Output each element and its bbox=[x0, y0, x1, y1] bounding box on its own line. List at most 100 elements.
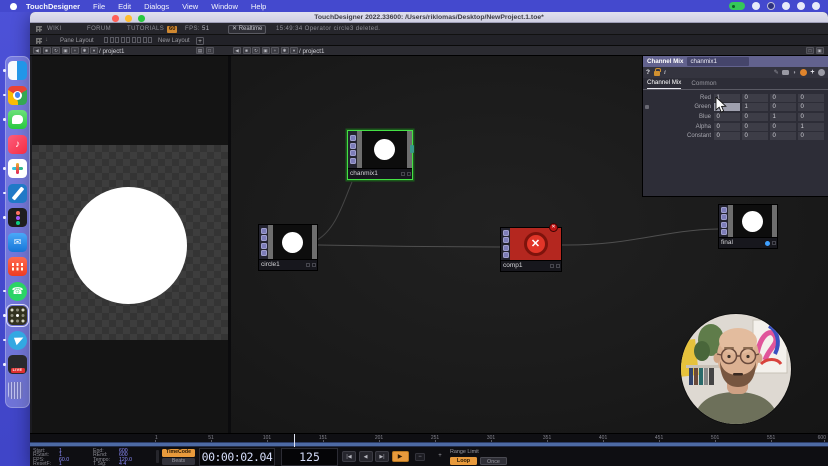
pane2-path-field[interactable]: / project1 bbox=[299, 48, 324, 55]
beats-mode-button[interactable]: Beats bbox=[162, 458, 195, 466]
top-viewer-pane[interactable] bbox=[32, 56, 228, 433]
node-flag[interactable] bbox=[550, 264, 554, 268]
layout-grid-icon[interactable] bbox=[36, 38, 42, 44]
node-chanmix1[interactable]: chanmix1 bbox=[347, 130, 413, 180]
param-value-cell[interactable]: 0 bbox=[714, 123, 740, 131]
param-value-cell[interactable]: 0 bbox=[770, 103, 796, 111]
dock-touchdesigner-icon[interactable] bbox=[8, 306, 27, 325]
help-icon[interactable]: ? bbox=[646, 69, 650, 76]
menu-view[interactable]: View bbox=[182, 2, 198, 11]
dock-vscode-icon[interactable] bbox=[8, 184, 27, 203]
node-inputs[interactable] bbox=[719, 205, 728, 237]
timeline-options-handle[interactable] bbox=[156, 450, 159, 463]
dock-finder-icon[interactable] bbox=[8, 61, 27, 80]
display-icon[interactable] bbox=[767, 2, 775, 10]
loop-button[interactable]: Loop bbox=[450, 457, 477, 465]
pane1-path-field[interactable]: / project1 bbox=[99, 48, 124, 55]
pane1-view-buttons[interactable]: ▤□ bbox=[196, 47, 215, 54]
save-layout-icon[interactable]: ↓ bbox=[45, 37, 48, 43]
node-inputs[interactable] bbox=[348, 131, 357, 168]
node-output[interactable] bbox=[410, 145, 414, 153]
node-flag[interactable] bbox=[407, 172, 411, 176]
op-name-field[interactable]: chanmix1 bbox=[687, 57, 749, 66]
display-flag[interactable] bbox=[765, 241, 770, 246]
fps-target-badge[interactable]: 60 bbox=[167, 26, 177, 33]
dock-mail-icon[interactable]: ✉ bbox=[8, 233, 27, 252]
param-value-cell[interactable]: 0 bbox=[798, 132, 824, 140]
add-layout-button[interactable]: + bbox=[196, 37, 204, 45]
node-final[interactable]: final bbox=[718, 204, 778, 249]
info-icon[interactable]: i bbox=[664, 69, 666, 76]
timeline-ruler[interactable]: 151101151201251301351401451501551600 bbox=[155, 434, 826, 442]
node-inputs[interactable] bbox=[501, 228, 510, 260]
forum-link[interactable]: FORUM bbox=[87, 26, 111, 32]
param-value-cell[interactable]: 1 bbox=[742, 103, 768, 111]
comment-icon[interactable] bbox=[782, 70, 789, 75]
param-value-cell[interactable]: 0 bbox=[714, 132, 740, 140]
node-flag[interactable] bbox=[401, 172, 405, 176]
language-icon[interactable]: ◗ bbox=[793, 70, 797, 76]
field-value[interactable]: 1 bbox=[59, 462, 62, 466]
dock-slack-icon[interactable] bbox=[8, 159, 27, 178]
window-titlebar[interactable]: TouchDesigner 2022.33600: /Users/rikloma… bbox=[30, 12, 828, 23]
node-flag[interactable] bbox=[556, 264, 560, 268]
pane1-nav-buttons[interactable]: ◀■↻▣+✱▾ bbox=[33, 47, 100, 54]
param-value-cell[interactable]: 0 bbox=[770, 123, 796, 131]
pane2-view-buttons[interactable]: □▣ bbox=[806, 47, 825, 54]
menu-touchdesigner[interactable]: TouchDesigner bbox=[26, 2, 80, 11]
menu-file[interactable]: File bbox=[93, 2, 105, 11]
dock-telegram-icon[interactable] bbox=[8, 331, 27, 350]
param-value-cell[interactable]: 0 bbox=[770, 94, 796, 102]
dock-live-icon[interactable]: LIVE bbox=[8, 355, 27, 374]
node-flag[interactable] bbox=[772, 241, 776, 245]
step-forward-button[interactable]: ▶| bbox=[375, 451, 389, 462]
menu-edit[interactable]: Edit bbox=[118, 2, 131, 11]
search-icon[interactable] bbox=[797, 2, 805, 10]
dock-messages-icon[interactable] bbox=[8, 110, 27, 129]
jump-start-button[interactable]: |◀ bbox=[342, 451, 356, 462]
node-comp1[interactable]: ✕ ✕ comp1 bbox=[500, 227, 562, 272]
globe-icon[interactable] bbox=[800, 69, 807, 76]
layout-presets[interactable] bbox=[104, 37, 154, 45]
minus-button[interactable]: − bbox=[415, 453, 425, 461]
param-value-cell[interactable]: 1 bbox=[798, 123, 824, 131]
step-back-button[interactable]: ◀ bbox=[359, 451, 373, 462]
play-button[interactable]: ▶ bbox=[392, 451, 409, 462]
op-menu-icon[interactable] bbox=[818, 69, 825, 76]
dock-trash-icon[interactable] bbox=[8, 380, 27, 399]
param-value-cell[interactable]: 0 bbox=[742, 123, 768, 131]
frame-display[interactable]: 125 bbox=[281, 448, 338, 466]
param-value-cell[interactable]: 0 bbox=[770, 132, 796, 140]
lock-icon[interactable] bbox=[654, 71, 660, 76]
dock-chrome-icon[interactable] bbox=[8, 86, 27, 105]
param-value-cell[interactable]: 0 bbox=[742, 113, 768, 121]
node-flag[interactable] bbox=[312, 263, 316, 267]
tab-common[interactable]: Common bbox=[691, 80, 716, 89]
dock-whatsapp-icon[interactable]: ☎ bbox=[8, 282, 27, 301]
dock-calendar-icon[interactable] bbox=[8, 257, 27, 276]
battery-icon[interactable] bbox=[782, 2, 790, 10]
param-value-cell[interactable]: 0 bbox=[798, 94, 824, 102]
keyboard-icon[interactable] bbox=[752, 2, 760, 10]
param-value-cell[interactable]: 0 bbox=[798, 113, 824, 121]
node-inputs[interactable] bbox=[259, 225, 268, 259]
apple-menu-icon[interactable] bbox=[10, 3, 17, 10]
node-circle1[interactable]: circle1 bbox=[258, 224, 318, 271]
pane2-nav-buttons[interactable]: ◀■↻▣+✱▾ bbox=[233, 47, 300, 54]
timecode-mode-button[interactable]: TimeCode bbox=[162, 449, 195, 457]
menu-help[interactable]: Help bbox=[251, 2, 266, 11]
param-value-cell[interactable]: 1 bbox=[770, 113, 796, 121]
tab-channel-mix[interactable]: Channel Mix bbox=[647, 79, 681, 89]
dock-figma-icon[interactable] bbox=[8, 208, 27, 227]
dock-music-icon[interactable]: ♪ bbox=[8, 135, 27, 154]
once-button[interactable]: Once bbox=[480, 457, 507, 465]
pencil-icon[interactable]: ✎ bbox=[774, 69, 779, 76]
param-value-cell[interactable]: 0 bbox=[742, 94, 768, 102]
tutorials-link[interactable]: TUTORIALS bbox=[127, 26, 164, 32]
timecode-display[interactable]: 00:00:02.04 bbox=[199, 448, 275, 466]
realtime-toggle[interactable]: ✕ Realtime bbox=[228, 25, 266, 35]
menu-window[interactable]: Window bbox=[211, 2, 238, 11]
screen-recording-pill[interactable] bbox=[729, 2, 745, 10]
timeline-playhead[interactable] bbox=[294, 434, 296, 447]
node-flag[interactable] bbox=[306, 263, 310, 267]
